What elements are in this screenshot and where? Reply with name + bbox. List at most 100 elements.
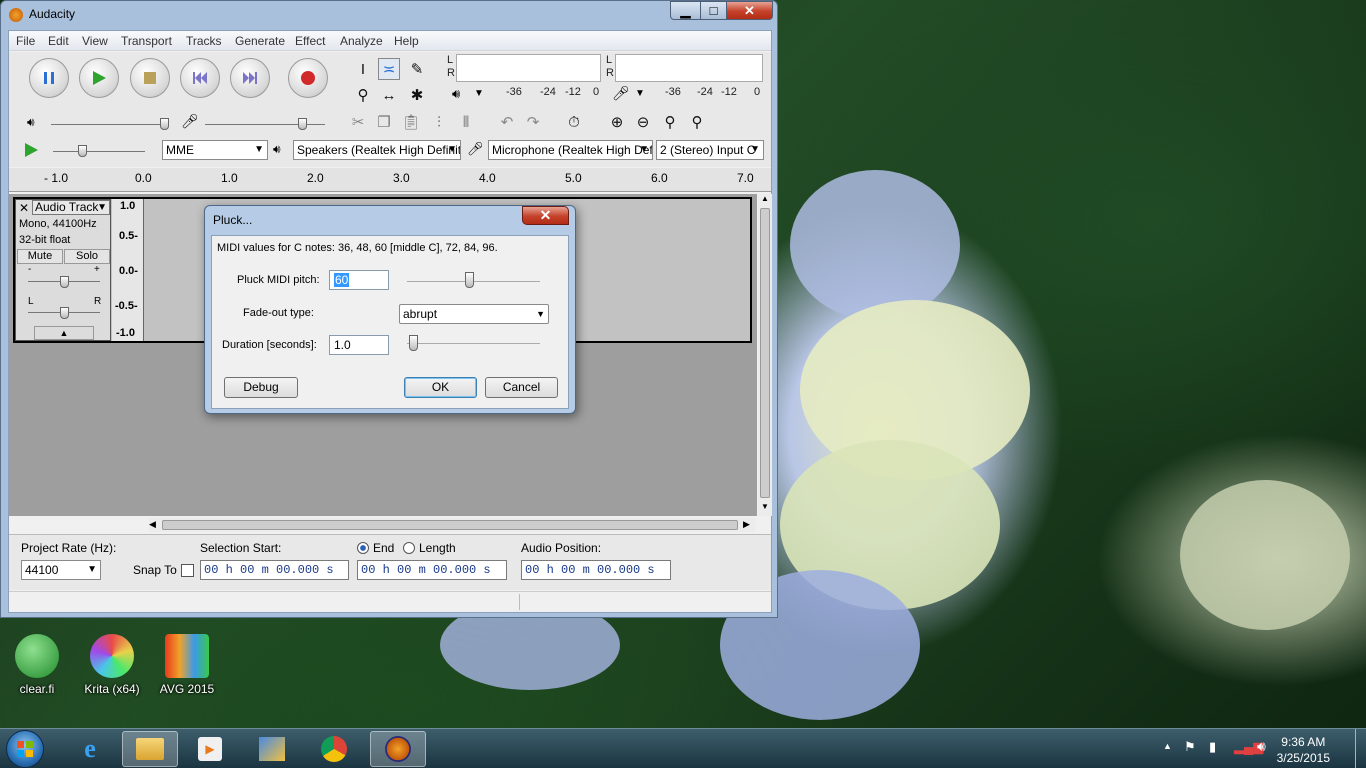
record-meter[interactable] [615, 54, 763, 82]
sync-lock-button[interactable]: ⏱ [563, 111, 585, 133]
pitch-input[interactable]: 60 [329, 270, 389, 290]
play-at-speed-button[interactable] [23, 142, 39, 161]
selection-end-field[interactable]: 00 h 00 m 00.000 s [357, 560, 507, 580]
mute-button[interactable]: Mute [17, 249, 63, 264]
multi-tool-button[interactable]: ✱ [406, 84, 428, 106]
project-rate-select[interactable]: 44100 ▼ [21, 560, 101, 580]
scroll-right-icon[interactable]: ▶ [743, 519, 750, 530]
chevron-down-icon[interactable]: ▼ [635, 88, 645, 99]
zoom-in-button[interactable]: ⊕ [606, 111, 628, 133]
play-speed-thumb[interactable] [78, 145, 87, 157]
stop-button[interactable] [130, 58, 170, 98]
close-button[interactable]: ✕ [726, 1, 773, 20]
minimize-button[interactable]: ▁ [670, 1, 701, 20]
playback-volume-thumb[interactable] [160, 118, 169, 130]
draw-tool-button[interactable]: ✎ [406, 58, 428, 80]
desktop-icon-krita[interactable]: Krita (x64) [79, 634, 145, 696]
cut-button[interactable]: ✂ [347, 111, 369, 133]
record-volume-slider[interactable] [205, 124, 325, 125]
menu-edit[interactable]: Edit [48, 34, 69, 48]
play-button[interactable] [79, 58, 119, 98]
solo-button[interactable]: Solo [64, 249, 110, 264]
output-device-select[interactable]: Speakers (Realtek High Definit ▼ [293, 140, 461, 160]
gain-thumb[interactable] [60, 276, 69, 288]
duration-slider[interactable] [407, 343, 540, 344]
horizontal-scroll-thumb[interactable] [162, 520, 738, 530]
playback-meter[interactable] [456, 54, 601, 82]
start-button[interactable] [6, 730, 44, 768]
record-volume-thumb[interactable] [298, 118, 307, 130]
snap-to-checkbox[interactable] [181, 564, 194, 577]
silence-button[interactable]: ⫴ [455, 111, 477, 133]
taskbar-audacity[interactable] [370, 731, 426, 767]
volume-icon[interactable]: 🔊︎ [1257, 738, 1266, 755]
taskbar-media-player[interactable]: ▶ [182, 731, 238, 767]
record-button[interactable] [288, 58, 328, 98]
vertical-scroll-thumb[interactable] [760, 208, 770, 498]
fit-selection-button[interactable]: ⚲ [659, 111, 681, 133]
duration-slider-thumb[interactable] [409, 335, 419, 351]
end-radio[interactable] [357, 542, 369, 554]
maximize-button[interactable]: □ [700, 1, 727, 20]
action-center-flag-icon[interactable]: ⚑ [1184, 739, 1196, 755]
input-channels-select[interactable]: 2 (Stereo) Input C ▼ [656, 140, 764, 160]
horizontal-scrollbar[interactable]: ◀ ▶ [149, 518, 755, 532]
redo-button[interactable]: ↷ [522, 111, 544, 133]
close-track-icon[interactable]: ✕ [19, 201, 29, 215]
timeline-ruler[interactable]: - 1.0 0.0 1.0 2.0 3.0 4.0 5.0 6.0 7.0 [9, 168, 771, 192]
trim-button[interactable]: ⫶ [428, 111, 450, 133]
pitch-slider-thumb[interactable] [465, 272, 475, 288]
scroll-down-icon[interactable]: ▼ [761, 502, 769, 511]
pan-thumb[interactable] [60, 307, 69, 319]
fade-out-select[interactable]: abrupt ▼ [399, 304, 549, 324]
skip-start-button[interactable] [180, 58, 220, 98]
menu-tracks[interactable]: Tracks [186, 34, 222, 48]
zoom-out-button[interactable]: ⊖ [632, 111, 654, 133]
show-desktop-button[interactable] [1355, 729, 1366, 768]
track-name-menu[interactable]: Audio Track ▼ [32, 200, 110, 215]
playback-volume-slider[interactable] [51, 124, 169, 125]
menu-transport[interactable]: Transport [121, 34, 172, 48]
dialog-close-button[interactable]: ✕ [522, 206, 569, 225]
menu-effect[interactable]: Effect [295, 34, 325, 48]
undo-button[interactable]: ↶ [496, 111, 518, 133]
menu-help[interactable]: Help [394, 34, 419, 48]
title-bar[interactable]: Audacity ▁ □ ✕ [1, 1, 777, 29]
ok-button[interactable]: OK [404, 377, 477, 398]
menu-analyze[interactable]: Analyze [340, 34, 383, 48]
chevron-down-icon[interactable]: ▼ [474, 88, 484, 99]
vertical-scrollbar[interactable]: ▲ ▼ [758, 194, 772, 516]
cancel-button[interactable]: Cancel [485, 377, 558, 398]
audio-position-field[interactable]: 00 h 00 m 00.000 s [521, 560, 671, 580]
taskbar-ie[interactable]: e [62, 731, 118, 767]
menu-view[interactable]: View [82, 34, 108, 48]
skip-end-button[interactable] [230, 58, 270, 98]
input-device-select[interactable]: Microphone (Realtek High Defi ▼ [488, 140, 653, 160]
debug-button[interactable]: Debug [224, 377, 298, 398]
taskbar-explorer[interactable] [122, 731, 178, 767]
selection-tool-button[interactable]: I [352, 58, 374, 80]
scroll-up-icon[interactable]: ▲ [761, 194, 769, 203]
length-radio[interactable] [403, 542, 415, 554]
pause-button[interactable] [29, 58, 69, 98]
scroll-left-icon[interactable]: ◀ [149, 519, 156, 530]
selection-start-field[interactable]: 00 h 00 m 00.000 s [200, 560, 349, 580]
taskbar-chrome[interactable] [306, 731, 362, 767]
audio-host-select[interactable]: MME ▼ [162, 140, 268, 160]
desktop-icon-clearfi[interactable]: clear.fi [4, 634, 70, 696]
collapse-track-button[interactable]: ▲ [34, 326, 94, 340]
play-speed-slider[interactable] [53, 151, 145, 152]
paste-button[interactable]: 📋︎ [400, 111, 422, 133]
menu-file[interactable]: File [16, 34, 35, 48]
device-icon[interactable]: ▮ [1209, 739, 1216, 755]
menu-generate[interactable]: Generate [235, 34, 285, 48]
time-shift-tool-button[interactable]: ↔ [378, 84, 400, 106]
show-hidden-icons-icon[interactable]: ▲ [1163, 741, 1172, 751]
fit-project-button[interactable]: ⚲ [686, 111, 708, 133]
duration-input[interactable]: 1.0 [329, 335, 389, 355]
zoom-tool-button[interactable]: ⚲ [352, 84, 374, 106]
system-clock[interactable]: 9:36 AM 3/25/2015 [1277, 734, 1330, 766]
track-vertical-scale[interactable]: 1.0 0.5- 0.0- -0.5- -1.0 [112, 199, 144, 341]
desktop-icon-avg[interactable]: AVG 2015 [154, 634, 220, 696]
taskbar-paint[interactable] [244, 731, 300, 767]
